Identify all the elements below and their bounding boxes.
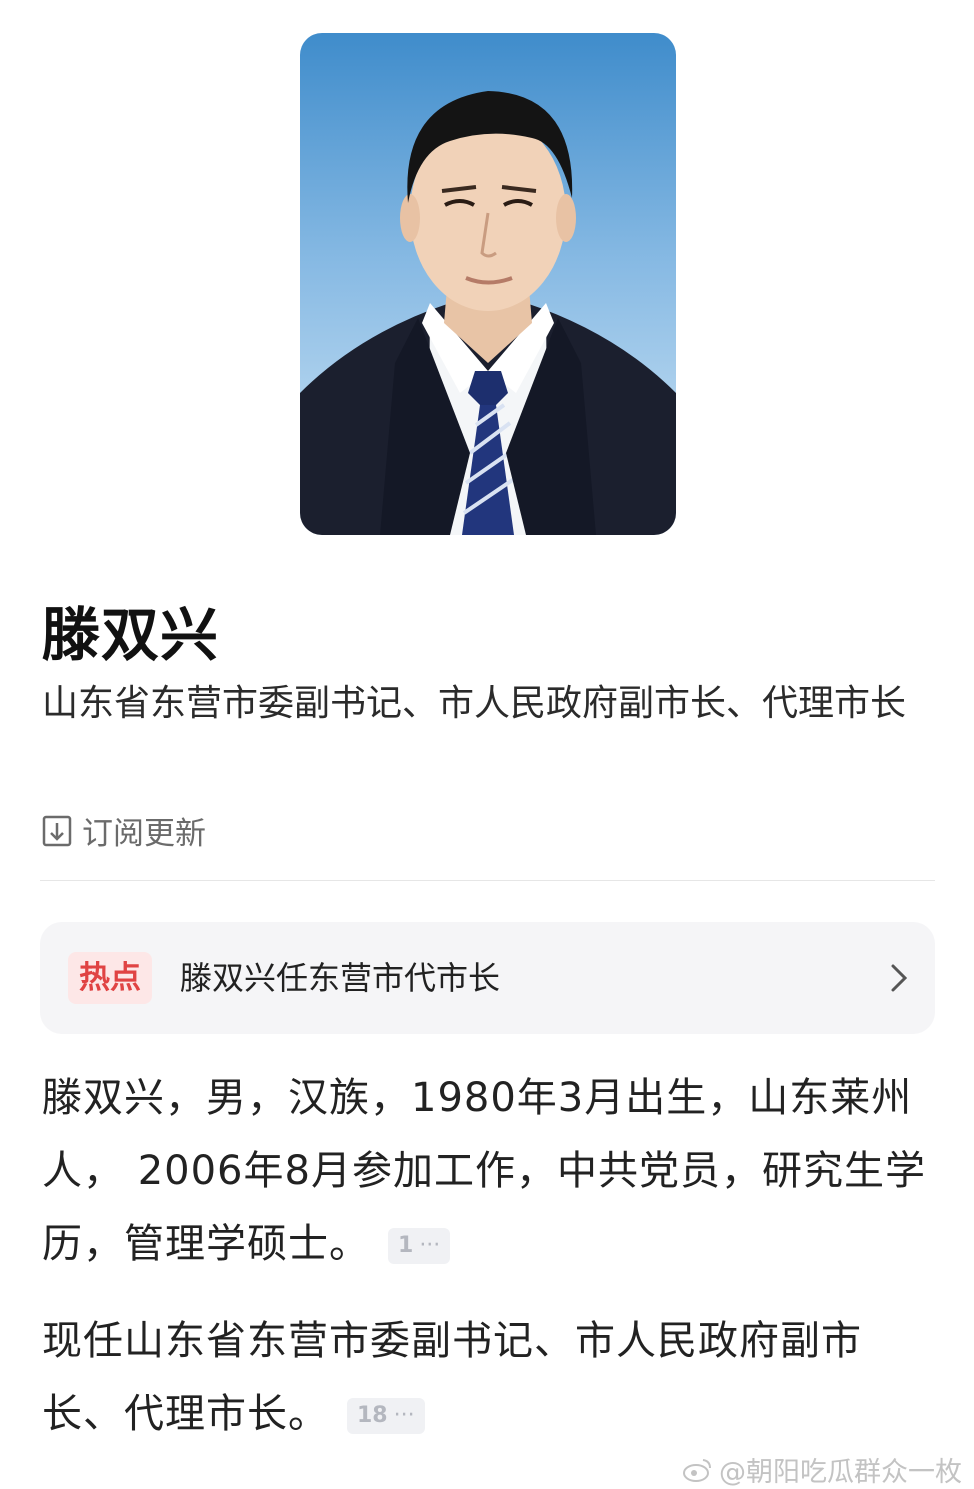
- divider: [40, 880, 935, 881]
- bio-text-2: 现任山东省东营市委副书记、市人民政府副市长、代理市长。: [42, 1318, 862, 1437]
- portrait-illustration: [300, 91, 676, 535]
- profile-photo[interactable]: [300, 33, 676, 535]
- hot-tag: 热点: [68, 952, 152, 1004]
- citation-more-icon: ···: [393, 1403, 415, 1428]
- citation-ref-1[interactable]: 1 ···: [388, 1228, 451, 1264]
- bookmark-icon: [42, 815, 72, 846]
- bio-paragraph-1: 滕双兴，男，汉族，1980年3月出生，山东莱州人， 2006年8月参加工作，中共…: [42, 1062, 937, 1281]
- weibo-icon: [683, 1458, 711, 1482]
- hot-news-card[interactable]: 热点 滕双兴任东营市代市长: [40, 922, 935, 1034]
- bio-text-1: 滕双兴，男，汉族，1980年3月出生，山东莱州人， 2006年8月参加工作，中共…: [42, 1075, 926, 1267]
- watermark-text: @朝阳吃瓜群众一枚: [719, 1457, 962, 1488]
- subscribe-button[interactable]: 订阅更新: [42, 808, 206, 853]
- subscribe-label: 订阅更新: [82, 816, 206, 852]
- bio-paragraph-2: 现任山东省东营市委副书记、市人民政府副市长、代理市长。 18 ···: [42, 1305, 937, 1451]
- person-name: 滕双兴: [42, 601, 220, 669]
- citation-number: 18: [357, 1403, 388, 1428]
- citation-more-icon: ···: [419, 1233, 441, 1258]
- hot-news-title: 滕双兴任东营市代市长: [180, 959, 501, 997]
- chevron-right-icon: [891, 964, 908, 992]
- watermark: @朝阳吃瓜群众一枚: [683, 1450, 962, 1489]
- citation-ref-2[interactable]: 18 ···: [347, 1398, 425, 1434]
- person-title: 山东省东营市委副书记、市人民政府副市长、代理市长: [42, 683, 907, 724]
- citation-number: 1: [398, 1233, 414, 1258]
